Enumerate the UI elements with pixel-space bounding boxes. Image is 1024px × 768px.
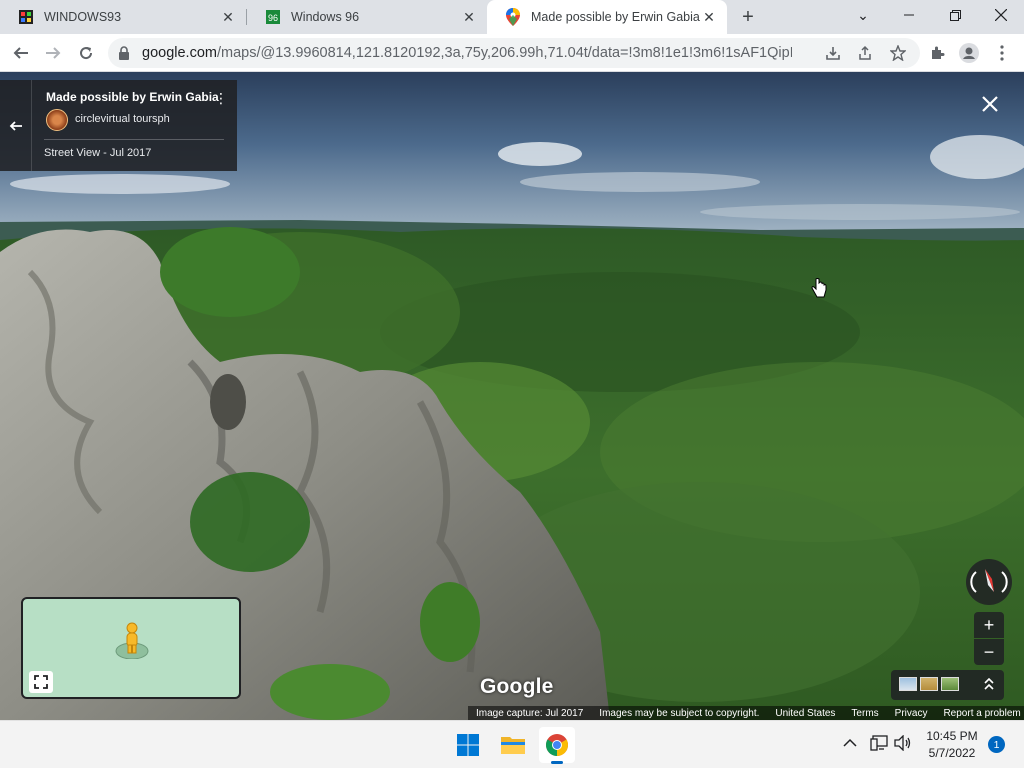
capture-date: Street View - Jul 2017 (44, 147, 152, 159)
windows96-favicon: 96 (265, 9, 281, 25)
system-clock[interactable]: 10:45 PM 5/7/2022 (920, 728, 984, 762)
street-view-panorama[interactable]: Made possible by Erwin Gabia ⋮ circlevir… (0, 72, 1024, 720)
close-tab-icon[interactable]: ✕ (220, 9, 236, 25)
network-icon[interactable] (870, 735, 888, 754)
install-app-icon[interactable] (820, 40, 846, 66)
zoom-in-button[interactable]: + (974, 612, 1004, 638)
image-capture-text: Image capture: Jul 2017 (476, 707, 584, 719)
notification-badge[interactable]: 1 (988, 736, 1005, 753)
url-host: google.com (142, 45, 217, 61)
close-tab-icon[interactable]: ✕ (701, 9, 717, 25)
active-app-indicator (551, 761, 563, 764)
tab-title: WINDOWS93 (44, 10, 122, 24)
privacy-link[interactable]: Privacy (887, 708, 936, 719)
restore-button[interactable] (932, 0, 978, 30)
address-bar[interactable]: google.com/maps/@13.9960814,121.8120192,… (108, 38, 920, 68)
windows-taskbar: 10:45 PM 5/7/2022 1 (0, 720, 1024, 768)
region-link[interactable]: United States (767, 708, 843, 719)
tab-strip: WINDOWS93 ✕ 96 Windows 96 ✕ Made possibl… (0, 0, 1024, 34)
close-window-button[interactable] (978, 0, 1024, 30)
imagery-strip[interactable] (891, 670, 1004, 700)
tab-windows93[interactable]: WINDOWS93 ✕ (0, 0, 246, 34)
chevron-up-tray-icon[interactable] (843, 735, 857, 751)
close-tab-icon[interactable]: ✕ (461, 9, 477, 25)
zoom-out-button[interactable]: − (974, 639, 1004, 665)
contributor-name[interactable]: circlevirtual toursph (75, 113, 170, 125)
expand-map-icon[interactable] (29, 671, 53, 693)
chevron-up-icon[interactable] (979, 674, 999, 694)
panorama-title[interactable]: Made possible by Erwin Gabia (46, 90, 219, 104)
forest-thumbnail[interactable] (941, 677, 959, 691)
minimize-button[interactable] (886, 0, 932, 30)
start-button[interactable] (450, 727, 486, 763)
tab-title: Windows 96 (291, 10, 360, 24)
back-button[interactable] (8, 40, 34, 66)
clock-date: 5/7/2022 (928, 746, 976, 760)
divider (44, 139, 224, 140)
windows93-favicon (18, 9, 34, 25)
sand-thumbnail[interactable] (920, 677, 938, 691)
terms-link[interactable]: Terms (843, 708, 886, 719)
share-icon[interactable] (852, 40, 878, 66)
url-text: google.com/maps/@13.9960814,121.8120192,… (142, 45, 792, 61)
attribution-footer: Image capture: Jul 2017 Images may be su… (468, 706, 1024, 720)
tab-windows96[interactable]: 96 Windows 96 ✕ (247, 0, 487, 34)
forward-button[interactable] (40, 40, 66, 66)
reload-button[interactable] (73, 40, 99, 66)
compass-icon[interactable] (966, 559, 1012, 605)
extensions-icon[interactable] (924, 40, 950, 66)
google-maps-favicon (505, 8, 521, 26)
sky-thumbnail[interactable] (899, 677, 917, 691)
svg-text:96: 96 (268, 13, 278, 23)
mini-map[interactable] (21, 597, 241, 699)
browser-toolbar: google.com/maps/@13.9960814,121.8120192,… (0, 34, 1024, 72)
chrome-menu-icon[interactable] (989, 40, 1015, 66)
tab-title: Made possible by Erwin Gabia - Google Ma… (531, 10, 701, 24)
pegman-icon[interactable] (115, 621, 149, 664)
profile-avatar-icon[interactable] (956, 40, 982, 66)
new-tab-button[interactable]: + (737, 6, 759, 28)
url-path: /maps/@13.9960814,121.8120192,3a,75y,206… (216, 45, 792, 61)
chrome-taskbar-icon[interactable] (539, 727, 575, 763)
clock-time: 10:45 PM (926, 729, 978, 743)
back-arrow-icon[interactable] (0, 80, 32, 171)
street-view-info-card: Made possible by Erwin Gabia ⋮ circlevir… (0, 80, 237, 171)
tab-google-maps[interactable]: Made possible by Erwin Gabia - Google Ma… (487, 0, 727, 34)
bookmark-star-icon[interactable] (885, 40, 911, 66)
tab-search-icon[interactable]: ⌄ (840, 0, 886, 30)
copyright-text: Images may be subject to copyright. (599, 707, 760, 719)
google-logo: Google (480, 675, 554, 698)
volume-icon[interactable] (894, 734, 912, 754)
report-problem-link[interactable]: Report a problem (935, 708, 1024, 719)
lock-icon[interactable] (118, 46, 130, 65)
contributor-avatar[interactable] (46, 109, 68, 131)
file-explorer-icon[interactable] (495, 727, 531, 763)
close-street-view-icon[interactable] (978, 92, 1002, 116)
more-options-icon[interactable]: ⋮ (214, 90, 228, 107)
hand-cursor-icon (811, 278, 827, 305)
